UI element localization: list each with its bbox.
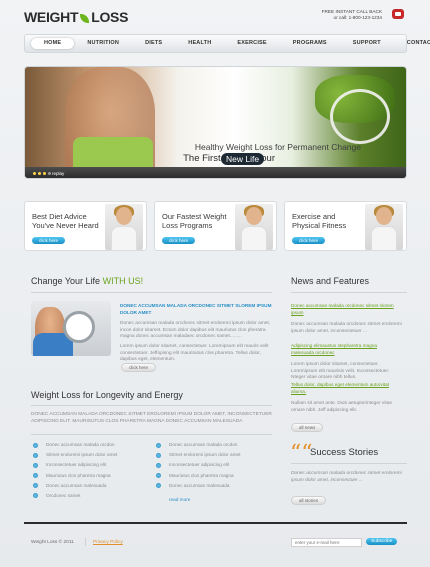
hero-banner[interactable]: Healthy Weight Loss for Permanent Change… [24, 66, 407, 179]
list-item[interactable]: Inconsectetuer adipiscing elit [156, 462, 271, 472]
news-item-text: Lorem ipsum dolor sitamet, consectetuer.… [291, 362, 390, 380]
feature-box-diet: Best Diet Advice You've Never Heard clic… [24, 201, 147, 251]
leaf-icon [80, 14, 90, 23]
nav-item-programs[interactable]: PROGRAMS [280, 38, 340, 49]
nav-item-health[interactable]: HEALTH [175, 38, 224, 49]
nav-item-contacts[interactable]: CONTACTS [394, 38, 430, 49]
stories-text: Donec accumsan malada orcdonec sitmet er… [291, 471, 402, 483]
list-item[interactable]: Mauriutus clos pharetra magna [33, 473, 148, 483]
logo-text-loss: LOSS [91, 9, 129, 25]
change-paragraph-2: Lorem ipsum dolor sitamet, consectetuer.… [120, 344, 269, 362]
news-item-link[interactable]: Donec accumsan malada orcdonec sitmet sl… [291, 303, 401, 316]
feature-title: Our Fastest Weight Loss Programs [162, 212, 227, 230]
change-intro[interactable]: Donec accumsan malada orcdonec sitmet sl… [120, 303, 273, 316]
news-item-link[interactable]: Tellus dolor, dapibus eget elementum aut… [291, 382, 401, 395]
feature-photo [235, 204, 273, 250]
news-title: News and Features [291, 276, 370, 286]
slide-dot[interactable] [38, 172, 41, 175]
list-item[interactable]: Donec accumsan malada orcdon [33, 442, 148, 452]
copyright-text: Weight Loss © 2011 [31, 540, 74, 545]
feature-title: Exercise and Physical Fitness [292, 212, 347, 230]
change-section-title: Change Your Life WITH US! [31, 276, 143, 286]
privacy-policy-link[interactable]: Privacy Policy [93, 540, 123, 545]
news-item-text: Donec accumsan malada orcdonec sitmet er… [291, 322, 402, 334]
list-item[interactable]: Inconsectetuer adipiscing elit [33, 462, 148, 472]
divider [31, 292, 272, 293]
feature-photo [105, 204, 143, 250]
phone-icon[interactable] [392, 9, 404, 19]
list-item[interactable]: Orcdonec samet [33, 493, 148, 503]
hero-highlight-badge: New Life [221, 153, 265, 165]
measuring-tape-image [330, 89, 390, 144]
news-item-text: Nullam sit amet ante. Duis aetuptorinteg… [291, 401, 393, 413]
callback-info: FREE INSTANT CALL BACK or call: 1-800-12… [322, 9, 382, 21]
nav-item-support[interactable]: SUPPORT [340, 38, 394, 49]
longevity-list-left: Donec accumsan malada orcdon Sitmet erol… [33, 442, 148, 503]
divider [31, 434, 272, 435]
news-item-link[interactable]: Adipiscing elimauetus stepharetra magna … [291, 343, 401, 356]
divider [31, 405, 272, 406]
slide-dot[interactable] [43, 172, 46, 175]
hero-headline: Healthy Weight Loss for Permanent Change [194, 142, 361, 152]
all-news-button[interactable]: all news [291, 423, 324, 432]
slide-dot[interactable] [48, 172, 51, 175]
divider [291, 463, 407, 464]
click-here-button[interactable]: click here [32, 237, 66, 244]
feature-box-programs: Our Fastest Weight Loss Programs click h… [154, 201, 277, 251]
stories-title: Success Stories [310, 447, 379, 458]
longevity-paragraph: Donec accumsan malada orcdonec sitmet er… [31, 412, 272, 424]
click-here-button[interactable]: click here [162, 237, 196, 244]
main-nav: HOME NUTRITION DIETS HEALTH EXERCISE PRO… [24, 34, 430, 53]
slide-dot[interactable] [33, 172, 36, 175]
list-item[interactable]: Sitmet eroloremi ipsum dolor amet [156, 452, 271, 462]
list-item[interactable]: Donec accumsan malesuada [156, 483, 271, 493]
feature-box-fitness: Exercise and Physical Fitness click here [284, 201, 407, 251]
site-logo[interactable]: WEIGHT LOSS [24, 9, 128, 25]
email-input[interactable] [291, 538, 362, 547]
read-more-link[interactable]: read more [169, 497, 190, 502]
change-title-plain: Change Your Life [31, 276, 101, 286]
divider [291, 292, 407, 293]
callback-phone: or call: 1-800-123-1234 [333, 15, 382, 20]
footer-divider [24, 522, 407, 524]
nav-item-diets[interactable]: DIETS [132, 38, 175, 49]
list-item[interactable]: Donec accumsan malesuada [33, 483, 148, 493]
list-item[interactable]: Mauriutus clos pharetra magna [156, 473, 271, 483]
nav-item-nutrition[interactable]: NUTRITION [74, 38, 132, 49]
page: WEIGHT LOSS FREE INSTANT CALL BACK or cal… [0, 0, 430, 567]
footer-separator [85, 538, 86, 546]
list-item[interactable]: Sitmet eroloremi ipsum dolor amet [33, 452, 148, 462]
logo-text-weight: WEIGHT [24, 9, 79, 25]
longevity-title: Weight Loss for Longevity and Energy [31, 390, 183, 400]
replay-button[interactable]: replay [52, 171, 64, 176]
hero-control-bar [25, 167, 406, 178]
click-here-button[interactable]: click here [121, 363, 157, 372]
all-stories-button[interactable]: all stories [291, 496, 327, 505]
change-paragraph-1: Donec accumsan malada orcdonec sitmet er… [120, 321, 271, 339]
nav-item-exercise[interactable]: EXERCISE [224, 38, 279, 49]
longevity-list-right: Donec accumsan malada orcdon Sitmet erol… [156, 442, 271, 493]
feature-photo [365, 204, 403, 250]
nav-item-home[interactable]: HOME [31, 38, 75, 49]
list-item[interactable]: Donec accumsan malada orcdon [156, 442, 271, 452]
click-here-button[interactable]: click here [292, 237, 326, 244]
change-title-highlight: WITH US! [102, 276, 144, 286]
feature-title: Best Diet Advice You've Never Heard [32, 212, 99, 230]
scale-photo [31, 301, 111, 356]
slide-dots[interactable] [33, 172, 51, 175]
subscribe-button[interactable]: Subscribe [366, 538, 398, 545]
